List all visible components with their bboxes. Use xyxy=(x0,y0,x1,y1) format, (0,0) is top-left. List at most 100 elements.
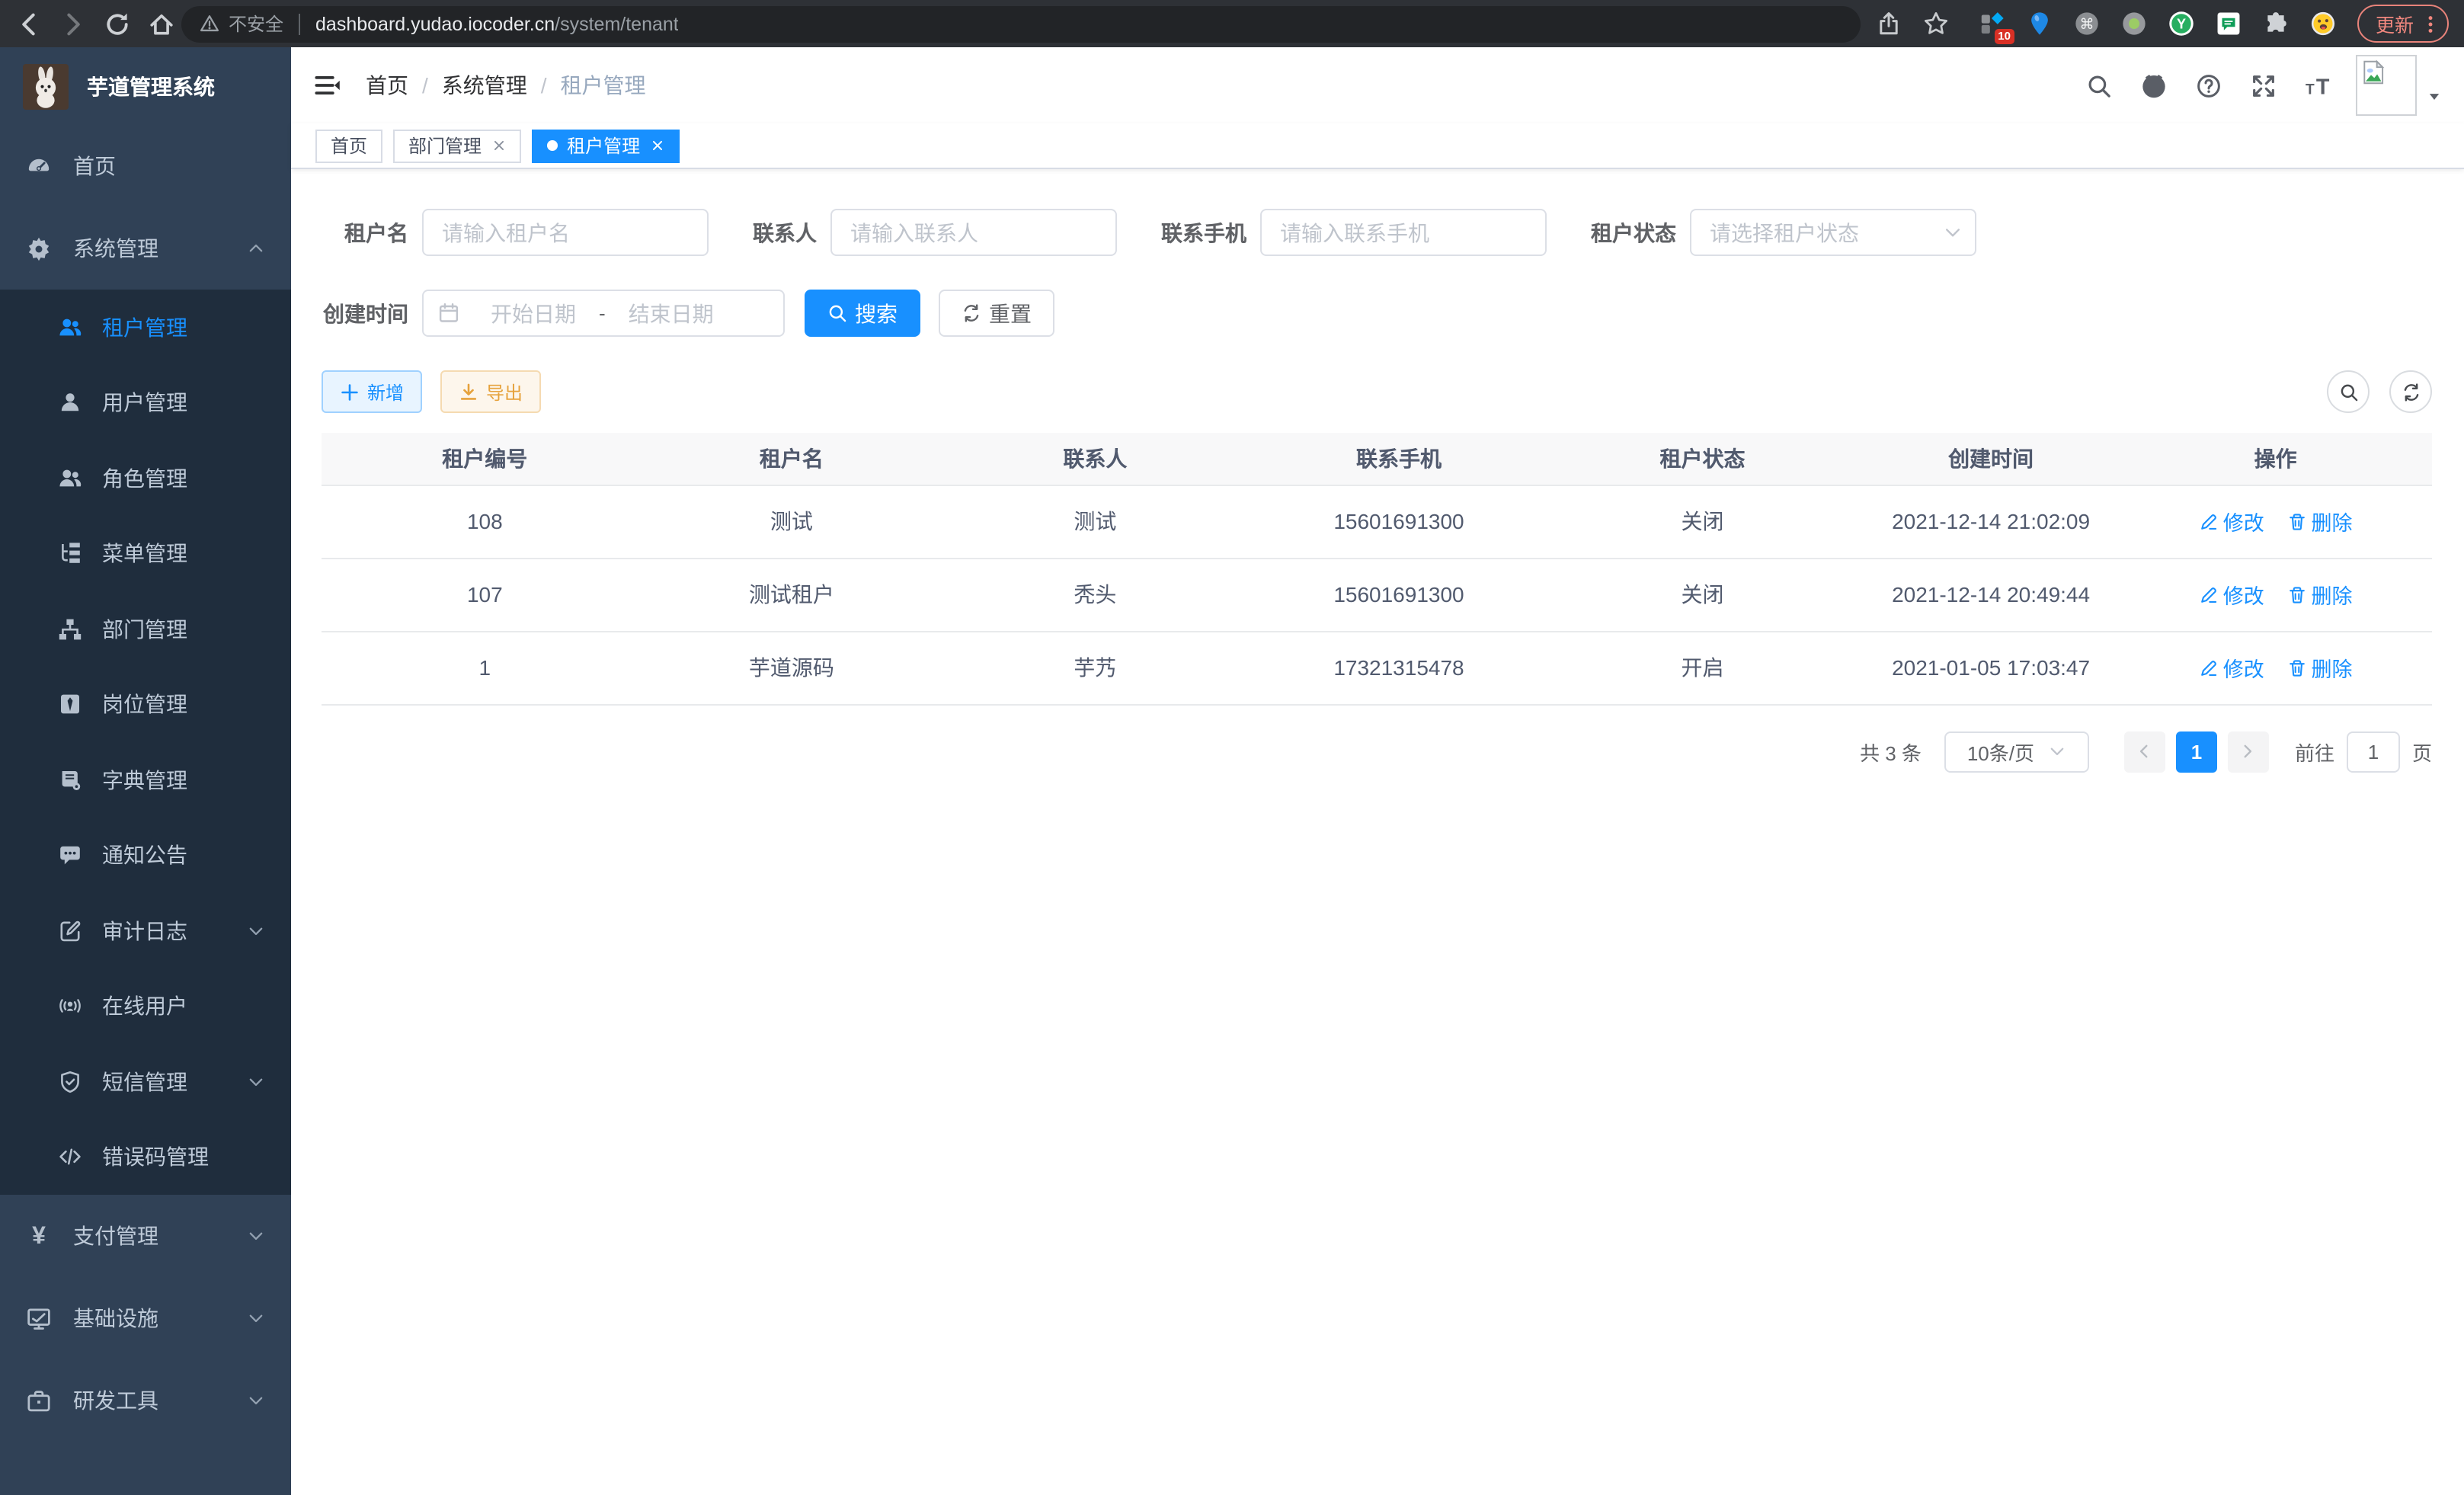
sidebar-item-system[interactable]: 系统管理 xyxy=(0,207,291,290)
sidebar-item-user[interactable]: 用户管理 xyxy=(0,365,291,440)
broadcast-icon xyxy=(58,994,82,1019)
add-button[interactable]: 新增 xyxy=(322,370,422,413)
close-icon[interactable] xyxy=(651,139,664,152)
sidebar-item-devtools[interactable]: 研发工具 xyxy=(0,1359,291,1442)
browser-update-button[interactable]: 更新 xyxy=(2357,5,2449,43)
page-size-select[interactable]: 10条/页 xyxy=(1944,731,2089,772)
cell-created: 2021-12-14 21:02:09 xyxy=(1863,485,2119,558)
page-number-button[interactable]: 1 xyxy=(2176,731,2217,772)
sidebar-item-label: 角色管理 xyxy=(102,463,187,494)
date-end-input[interactable] xyxy=(609,301,734,325)
browser-forward-icon[interactable] xyxy=(59,10,87,37)
extension-badge: 10 xyxy=(1994,29,2014,44)
date-range-picker[interactable]: - xyxy=(422,290,785,337)
col-actions: 操作 xyxy=(2119,433,2432,485)
gear-icon xyxy=(26,235,52,261)
show-search-button[interactable] xyxy=(2327,370,2370,413)
page-size-label: 10条/页 xyxy=(1967,737,2034,766)
extension-grid-icon[interactable]: 10 xyxy=(1979,11,2005,37)
tags-bar: 首页 部门管理 租户管理 xyxy=(291,123,2464,169)
cell-contact: 芋艿 xyxy=(935,631,1256,704)
search-button[interactable]: 搜索 xyxy=(805,290,920,337)
sidebar-item-dict[interactable]: 字典管理 xyxy=(0,742,291,818)
profile-avatar-icon[interactable] xyxy=(2310,11,2336,37)
fullscreen-icon[interactable] xyxy=(2251,72,2277,98)
date-separator: - xyxy=(599,302,606,325)
yen-icon: ¥ xyxy=(26,1223,52,1249)
sidebar-item-home[interactable]: 首页 xyxy=(0,125,291,207)
sidebar-item-error-code[interactable]: 错误码管理 xyxy=(0,1119,291,1195)
tab-tenant[interactable]: 租户管理 xyxy=(532,129,680,162)
sidebar-item-label: 用户管理 xyxy=(102,388,187,418)
extension-chat-icon[interactable] xyxy=(2216,11,2242,37)
edit-button[interactable]: 修改 xyxy=(2199,506,2264,536)
mobile-input[interactable] xyxy=(1260,209,1547,256)
address-bar[interactable]: 不安全 dashboard.yudao.iocoder.cn/system/te… xyxy=(181,5,1861,42)
screen: 不安全 dashboard.yudao.iocoder.cn/system/te… xyxy=(0,0,2464,1495)
breadcrumb-home[interactable]: 首页 xyxy=(366,70,408,101)
tenant-name-input[interactable] xyxy=(422,209,709,256)
sidebar-logo[interactable]: 芋道管理系统 xyxy=(0,47,291,125)
export-button[interactable]: 导出 xyxy=(440,370,541,413)
sidebar-item-sms[interactable]: 短信管理 xyxy=(0,1044,291,1119)
sidebar-item-infra[interactable]: 基础设施 xyxy=(0,1277,291,1359)
active-dot xyxy=(547,140,558,151)
github-icon[interactable] xyxy=(2141,72,2167,98)
search-icon[interactable] xyxy=(2086,72,2112,98)
extension-record-icon[interactable] xyxy=(2121,11,2147,37)
refresh-table-button[interactable] xyxy=(2389,370,2432,413)
extension-pin-icon[interactable] xyxy=(2027,11,2053,37)
page-unit-label: 页 xyxy=(2412,737,2432,766)
breadcrumb-separator: / xyxy=(422,73,428,98)
avatar-caret-icon[interactable] xyxy=(2427,89,2441,103)
delete-button[interactable]: 删除 xyxy=(2287,579,2353,610)
goto-page-input[interactable] xyxy=(2347,731,2400,772)
sidebar-item-post[interactable]: 岗位管理 xyxy=(0,667,291,742)
delete-button[interactable]: 删除 xyxy=(2287,506,2353,536)
tab-home[interactable]: 首页 xyxy=(315,129,382,162)
tree-list-icon xyxy=(58,542,82,566)
cell-name: 测试 xyxy=(648,485,936,558)
sidebar-collapse-icon[interactable] xyxy=(314,72,341,99)
extensions-puzzle-icon[interactable] xyxy=(2263,11,2289,37)
breadcrumb-system[interactable]: 系统管理 xyxy=(442,70,527,101)
delete-button[interactable]: 删除 xyxy=(2287,652,2353,683)
cell-created: 2021-01-05 17:03:47 xyxy=(1863,631,2119,704)
browser-back-icon[interactable] xyxy=(15,10,43,37)
browser-reload-icon[interactable] xyxy=(104,10,131,37)
users-icon xyxy=(58,466,82,491)
sidebar-item-online-user[interactable]: 在线用户 xyxy=(0,968,291,1044)
browser-home-icon[interactable] xyxy=(148,10,175,37)
cell-status: 开启 xyxy=(1542,631,1863,704)
sidebar-item-audit-log[interactable]: 审计日志 xyxy=(0,893,291,968)
extension-command-icon[interactable] xyxy=(2074,11,2100,37)
contact-input[interactable] xyxy=(830,209,1117,256)
next-page-button[interactable] xyxy=(2228,731,2269,772)
sidebar-item-tenant[interactable]: 租户管理 xyxy=(0,290,291,365)
date-start-input[interactable] xyxy=(471,301,596,325)
sidebar-item-payment[interactable]: ¥ 支付管理 xyxy=(0,1195,291,1277)
tab-dept[interactable]: 部门管理 xyxy=(393,129,521,162)
avatar[interactable] xyxy=(2356,55,2417,116)
extension-y-icon[interactable] xyxy=(2168,11,2194,37)
sidebar-item-dept[interactable]: 部门管理 xyxy=(0,591,291,667)
font-size-icon[interactable] xyxy=(2306,72,2331,98)
pagination-goto: 前往 页 xyxy=(2295,731,2432,772)
close-icon[interactable] xyxy=(492,139,506,152)
chevron-right-icon xyxy=(2239,742,2258,760)
col-contact: 联系人 xyxy=(935,433,1256,485)
edit-button[interactable]: 修改 xyxy=(2199,652,2264,683)
sidebar-item-role[interactable]: 角色管理 xyxy=(0,440,291,516)
bookmark-star-icon[interactable] xyxy=(1923,11,1949,37)
delete-label: 删除 xyxy=(2312,579,2353,610)
reset-button[interactable]: 重置 xyxy=(939,290,1054,337)
edit-button[interactable]: 修改 xyxy=(2199,579,2264,610)
help-icon[interactable] xyxy=(2196,72,2222,98)
browser-menu-icon[interactable] xyxy=(2420,13,2441,34)
sidebar-item-menu[interactable]: 菜单管理 xyxy=(0,516,291,591)
prev-page-button[interactable] xyxy=(2124,731,2165,772)
status-select[interactable] xyxy=(1690,209,1976,256)
delete-label: 删除 xyxy=(2312,652,2353,683)
share-icon[interactable] xyxy=(1876,11,1902,37)
sidebar-item-notice[interactable]: 通知公告 xyxy=(0,818,291,893)
